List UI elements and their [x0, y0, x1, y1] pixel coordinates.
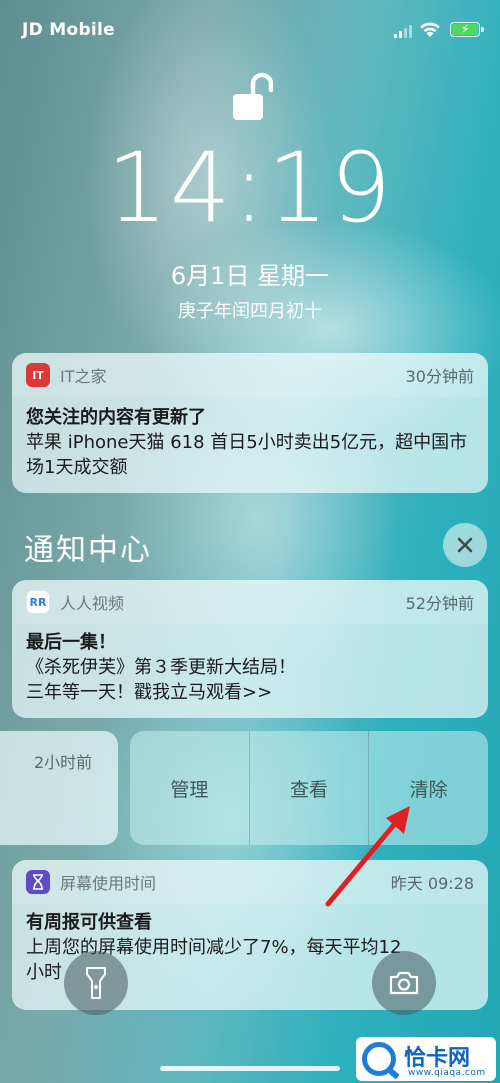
notification-center-title: 通知中心	[24, 533, 152, 568]
manage-button[interactable]: 管理	[130, 731, 250, 845]
notification-time: 52分钟前	[405, 594, 474, 613]
home-indicator[interactable]	[160, 1066, 340, 1071]
watermark-logo-icon	[362, 1042, 396, 1076]
cellular-signal-icon	[394, 24, 414, 38]
notification-title: 您关注的内容有更新了	[26, 407, 206, 428]
watermark-text: 恰卡网	[404, 1046, 471, 1071]
lock-screen-date: 6月1日 星期一	[170, 262, 330, 290]
camera-button[interactable]	[372, 951, 436, 1015]
camera-icon	[389, 971, 419, 995]
close-icon	[457, 537, 473, 553]
notification-content: 最后一集！ 《杀死伊芙》第３季更新大结局！ 三年等一天！戳我立马观看>>	[12, 624, 488, 717]
unlocked-padlock-icon	[233, 72, 273, 120]
notification-ithome[interactable]: IT IT之家 30分钟前 您关注的内容有更新了 苹果 iPhone天猫 618…	[12, 353, 488, 493]
swiped-notification[interactable]: 2小时前	[0, 731, 118, 845]
hourglass-icon	[26, 870, 50, 894]
notification-title: 有周报可供查看	[26, 912, 152, 933]
notification-app-name: 人人视频	[60, 594, 125, 613]
flashlight-icon	[86, 967, 106, 999]
status-bar: JD Mobile ⚡	[0, 0, 500, 62]
notification-body-line: 《杀死伊芙》第３季更新大结局！	[26, 657, 296, 678]
site-watermark: 恰卡网 www.qiaqa.com	[356, 1037, 496, 1081]
carrier-name: JD Mobile	[22, 20, 116, 40]
ithome-icon: IT	[26, 363, 50, 387]
notification-app-name: IT之家	[60, 367, 107, 386]
notification-time: 30分钟前	[405, 367, 474, 386]
notification-body: 苹果 iPhone天猫 618 首日5小时卖出5亿元，超中国市场1天成交额	[26, 432, 468, 478]
notification-body-line: 三年等一天！戳我立马观看>>	[26, 682, 273, 703]
flashlight-button[interactable]	[64, 951, 128, 1015]
lock-screen-time: 14:19	[106, 132, 394, 244]
battery-charging-icon: ⚡	[450, 22, 484, 37]
notification-header: RR 人人视频 52分钟前	[12, 580, 488, 624]
renren-video-icon: RR	[26, 590, 50, 614]
red-arrow-annotation	[325, 806, 410, 907]
wifi-icon	[420, 22, 440, 37]
notification-header: IT IT之家 30分钟前	[12, 353, 488, 397]
notification-title: 最后一集！	[26, 632, 116, 653]
notification-time: 2小时前	[34, 753, 93, 772]
notification-actions: 管理 查看 清除	[130, 731, 488, 845]
notification-renren[interactable]: RR 人人视频 52分钟前 最后一集！ 《杀死伊芙》第３季更新大结局！ 三年等一…	[12, 580, 488, 718]
notification-content: 您关注的内容有更新了 苹果 iPhone天猫 618 首日5小时卖出5亿元，超中…	[12, 397, 488, 492]
lunar-date: 庚子年闰四月初十	[178, 301, 322, 322]
watermark-url: www.qiaqa.com	[408, 1068, 486, 1078]
clear-all-button[interactable]	[443, 523, 487, 567]
